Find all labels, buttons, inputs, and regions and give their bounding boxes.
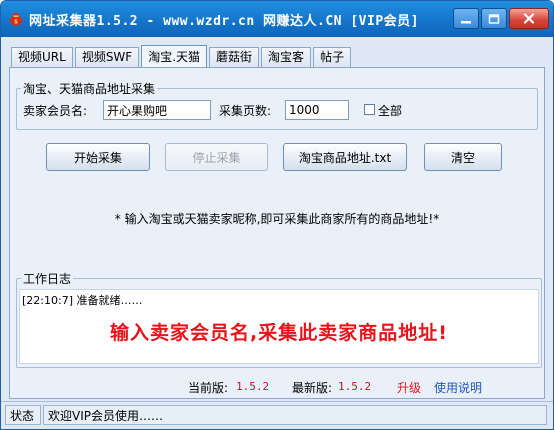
minimize-button[interactable] bbox=[453, 8, 479, 29]
upgrade-link[interactable]: 升级 bbox=[397, 379, 421, 396]
tab-taobaoke[interactable]: 淘宝客 bbox=[261, 47, 312, 67]
log-line: [22:10:7] 准备就绪…… bbox=[22, 294, 143, 307]
maximize-icon bbox=[488, 13, 500, 24]
tab-video-url[interactable]: 视频URL bbox=[11, 47, 73, 67]
collect-group: 淘宝、天猫商品地址采集 卖家会员名: 采集页数: 全部 bbox=[16, 80, 538, 130]
seller-input[interactable] bbox=[103, 100, 211, 120]
latest-version-label: 最新版: bbox=[292, 381, 333, 395]
collect-group-title: 淘宝、天猫商品地址采集 bbox=[21, 80, 158, 97]
status-label: 状态 bbox=[5, 405, 41, 425]
log-banner: 输入卖家会员名,采集此卖家商品地址! bbox=[110, 322, 448, 344]
close-button[interactable] bbox=[509, 8, 549, 29]
tab-strip: 视频URL 视频SWF 淘宝.天猫 蘑菇街 淘宝客 帖子 bbox=[11, 45, 353, 68]
window-title: 网址采集器1.5.2 - www.wzdr.cn 网赚达人.CN [VIP会员] bbox=[29, 14, 419, 29]
hint-text: * 输入淘宝或天猫卖家昵称,即可采集此商家所有的商品地址!* bbox=[114, 212, 440, 226]
maximize-button[interactable] bbox=[481, 8, 507, 29]
log-group-title: 工作日志 bbox=[21, 270, 74, 287]
tab-posts[interactable]: 帖子 bbox=[313, 47, 352, 67]
log-area[interactable]: [22:10:7] 准备就绪…… 输入卖家会员名,采集此卖家商品地址! bbox=[19, 289, 539, 364]
title-bar[interactable]: $ 网址采集器1.5.2 - www.wzdr.cn 网赚达人.CN [VIP会… bbox=[1, 1, 553, 37]
log-group: 工作日志 [22:10:7] 准备就绪…… 输入卖家会员名,采集此卖家商品地址! bbox=[16, 270, 542, 368]
status-bar: 状态 欢迎VIP会员使用…… bbox=[1, 401, 553, 429]
app-window: $ 网址采集器1.5.2 - www.wzdr.cn 网赚达人.CN [VIP会… bbox=[0, 0, 554, 430]
all-checkbox[interactable] bbox=[364, 104, 375, 115]
clear-button[interactable]: 清空 bbox=[424, 143, 502, 171]
current-version-value: 1.5.2 bbox=[236, 380, 270, 393]
pages-label: 采集页数: bbox=[219, 104, 272, 118]
tab-panel-taobao: 淘宝、天猫商品地址采集 卖家会员名: 采集页数: 全部 开始采集 停止采集 淘宝… bbox=[9, 67, 545, 399]
start-button[interactable]: 开始采集 bbox=[46, 143, 150, 171]
status-message: 欢迎VIP会员使用…… bbox=[43, 405, 547, 425]
minimize-icon bbox=[461, 20, 471, 23]
money-bag-icon: $ bbox=[10, 13, 22, 26]
seller-label: 卖家会员名: bbox=[23, 104, 88, 118]
svg-text:$: $ bbox=[14, 18, 18, 25]
pages-input[interactable] bbox=[285, 100, 349, 120]
tab-video-swf[interactable]: 视频SWF bbox=[74, 47, 140, 67]
stop-button[interactable]: 停止采集 bbox=[165, 143, 268, 171]
current-version-label: 当前版: bbox=[188, 381, 229, 395]
latest-version-value: 1.5.2 bbox=[338, 380, 372, 393]
close-icon bbox=[523, 13, 535, 24]
all-label: 全部 bbox=[378, 104, 403, 118]
tab-taobao-tmall[interactable]: 淘宝.天猫 bbox=[141, 45, 208, 68]
help-link[interactable]: 使用说明 bbox=[434, 379, 482, 396]
tab-mogujie[interactable]: 蘑菇街 bbox=[209, 47, 260, 67]
export-button[interactable]: 淘宝商品地址.txt bbox=[283, 143, 407, 171]
